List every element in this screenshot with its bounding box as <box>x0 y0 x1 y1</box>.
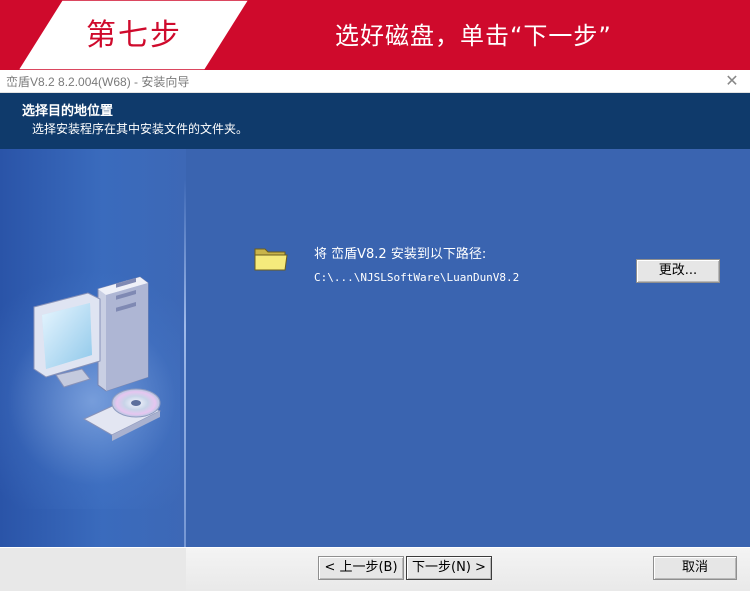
window-title: 峦盾V8.2 8.2.004(W68) - 安装向导 <box>6 75 190 89</box>
close-icon[interactable]: ✕ <box>722 71 742 91</box>
wizard-footer: < 上一步(B) 下一步(N) > 取消 <box>0 547 750 591</box>
step-instruction: 选好磁盘，单击“下一步” <box>335 22 612 50</box>
installer-window: 峦盾V8.2 8.2.004(W68) - 安装向导 ✕ 选择目的地位置 选择安… <box>0 70 750 591</box>
wizard-content: 将 峦盾V8.2 安装到以下路径: C:\...\NJSLSoftWare\Lu… <box>0 149 750 547</box>
footer-left-panel <box>0 548 186 591</box>
panel-divider <box>184 179 186 547</box>
wizard-header: 选择目的地位置 选择安装程序在其中安装文件的文件夹。 <box>0 93 750 149</box>
window-titlebar: 峦盾V8.2 8.2.004(W68) - 安装向导 ✕ <box>0 70 750 93</box>
change-button[interactable]: 更改... <box>636 259 720 283</box>
step-banner: 第七步 选好磁盘，单击“下一步” <box>0 0 750 70</box>
install-path: C:\...\NJSLSoftWare\LuanDunV8.2 <box>314 271 520 284</box>
computer-setup-icon <box>33 276 162 441</box>
page-subtitle: 选择安装程序在其中安装文件的文件夹。 <box>32 122 249 136</box>
page-title: 选择目的地位置 <box>22 104 114 119</box>
cancel-button[interactable]: 取消 <box>653 556 737 580</box>
back-button[interactable]: < 上一步(B) <box>318 556 404 580</box>
step-title: 第七步 <box>86 18 182 53</box>
install-destination-label: 将 峦盾V8.2 安装到以下路径: <box>314 247 487 262</box>
side-panel <box>0 149 186 547</box>
next-button[interactable]: 下一步(N) > <box>406 556 492 580</box>
folder-icon <box>254 248 288 271</box>
